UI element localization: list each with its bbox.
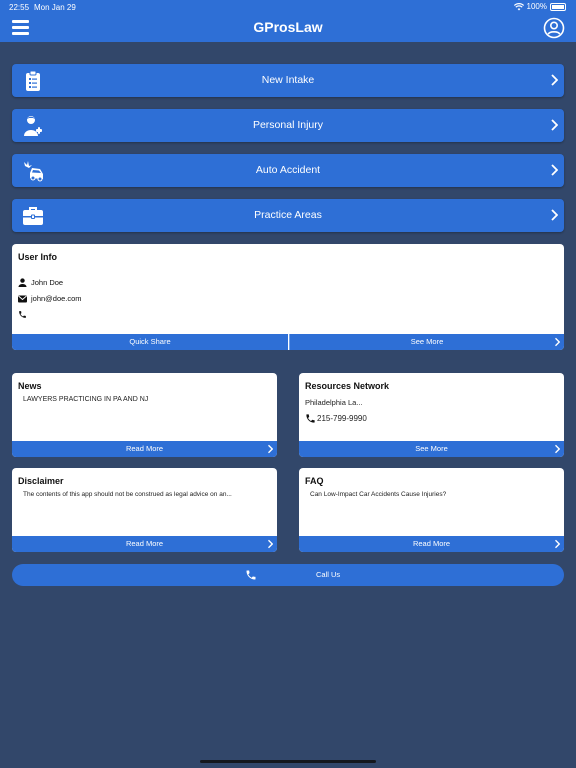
faq-read-more-button[interactable]: Read More [299,536,564,552]
disclaimer-card: Disclaimer The contents of this app shou… [12,468,277,552]
chevron-right-icon [551,209,558,221]
user-see-more-label: See More [410,337,444,346]
user-info-title: User Info [18,252,58,262]
new-intake-label: New Intake [261,74,315,86]
chevron-right-icon [555,539,560,549]
status-time: 22:55 [9,3,30,12]
person-icon [18,278,27,287]
disclaimer-read-more-label: Read More [125,539,164,548]
user-info-card: User Info John Doe john@doe.com Quick Sh… [12,244,564,350]
user-email-row: john@doe.com [18,294,82,303]
news-text: LAWYERS PRACTICING IN PA AND NJ [23,396,149,403]
navigation-bar: GProsLaw [0,14,576,42]
phone-icon [246,570,256,580]
wifi-icon [513,2,524,10]
chevron-right-icon [551,119,558,131]
news-read-more-label: Read More [125,444,164,453]
resources-phone: 215-799-9990 [317,414,367,423]
phone-icon [306,414,315,423]
resources-see-more-button[interactable]: See More [299,441,564,457]
resources-see-more-label: See More [415,444,448,453]
user-name-row: John Doe [18,278,63,287]
faq-text: Can Low-Impact Car Accidents Cause Injur… [310,491,447,498]
practice-areas-button[interactable]: Practice Areas [12,199,564,232]
resources-network-card: Resources Network Philadelphia La... 215… [299,373,564,457]
chevron-right-icon [268,444,273,454]
new-intake-button[interactable]: New Intake [12,64,564,97]
home-indicator[interactable] [200,760,376,763]
user-email: john@doe.com [31,294,82,303]
disclaimer-text: The contents of this app should not be c… [23,491,232,498]
faq-title: FAQ [305,476,324,486]
quick-share-label: Quick Share [129,337,171,346]
phone-icon [19,311,26,318]
resources-title: Resources Network [305,381,390,391]
call-us-button[interactable]: Call Us [12,564,564,586]
chevron-right-icon [555,444,560,454]
profile-icon[interactable] [543,17,565,39]
news-card: News LAWYERS PRACTICING IN PA AND NJ Rea… [12,373,277,457]
user-see-more-button[interactable]: See More [289,334,564,350]
resources-phone-row[interactable]: 215-799-9990 [305,413,367,424]
user-name: John Doe [31,278,64,287]
status-bar: 22:55 Mon Jan 29 100% [0,0,576,14]
user-phone-row [18,310,31,319]
status-date: Mon Jan 29 [34,3,76,12]
personal-injury-label: Personal Injury [252,119,324,131]
disclaimer-read-more-button[interactable]: Read More [12,536,277,552]
email-icon [18,295,27,302]
faq-read-more-label: Read More [412,539,451,548]
resources-text: Philadelphia La... [305,398,363,407]
app-title: GProsLaw [253,19,323,35]
auto-accident-button[interactable]: Auto Accident [12,154,564,187]
chevron-right-icon [268,539,273,549]
chevron-right-icon [551,74,558,86]
status-right: 100% [513,2,566,11]
news-title: News [18,381,42,391]
news-read-more-button[interactable]: Read More [12,441,277,457]
practice-areas-label: Practice Areas [254,209,322,221]
personal-injury-button[interactable]: Personal Injury [12,109,564,142]
chevron-right-icon [555,337,560,347]
quick-share-button[interactable]: Quick Share [12,334,288,350]
faq-card: FAQ Can Low-Impact Car Accidents Cause I… [299,468,564,552]
auto-accident-label: Auto Accident [255,164,321,176]
disclaimer-title: Disclaimer [18,476,64,486]
battery-percent: 100% [526,2,547,11]
battery-icon [550,2,566,11]
chevron-right-icon [551,164,558,176]
call-us-label: Call Us [316,570,341,579]
